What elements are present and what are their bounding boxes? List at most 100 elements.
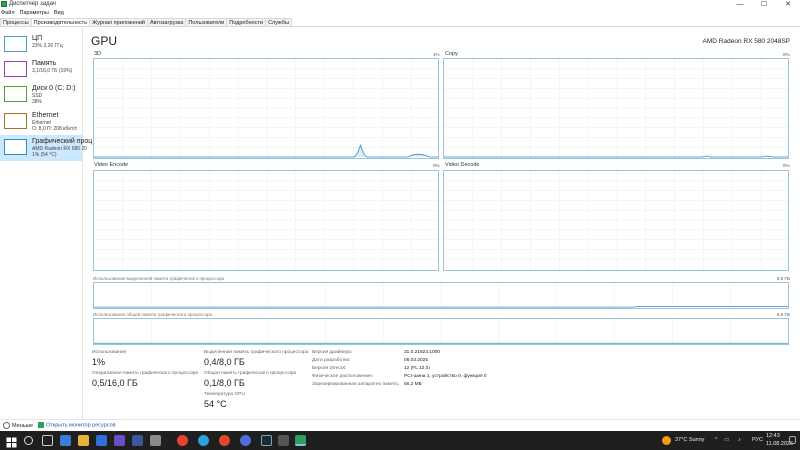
sidebar-item-detail-2: 1% (54 °C) [32,152,57,158]
file-explorer-icon[interactable] [78,435,89,446]
menu-options[interactable]: Параметры [20,9,49,18]
graph-max-video-decode: 0% [783,163,790,168]
app-icon-4[interactable] [132,435,143,446]
app-icon-1[interactable] [60,435,71,446]
network-icon[interactable]: ▭ [724,437,729,443]
shared-memory-label: Общая память графического процессора [204,371,297,376]
maximize-button[interactable]: ☐ [752,0,776,9]
shared-memory-value: 0,1/8,0 ГБ [204,378,245,388]
task-manager-taskbar-icon[interactable] [295,435,306,446]
footer-bar: Меньше Открыть монитор ресурсов [0,419,800,431]
gpu-memory-label: Оперативная память графического процессо… [92,371,198,376]
directx-version-label: Версия DirectX: [312,366,347,371]
telegram-icon[interactable] [198,435,209,446]
menu-view[interactable]: Вид [54,9,64,18]
reserved-memory-value: 56,2 МБ [404,382,422,387]
app-icon-3[interactable] [114,435,125,446]
menu-bar: Файл Параметры Вид [0,9,800,18]
weather-text[interactable]: 37°C Sunny [675,437,704,443]
sidebar-item-cpu[interactable]: ЦП 23% 3,26 ГГц [0,32,82,56]
gpu-memory-value: 0,5/16,0 ГБ [92,378,138,388]
sidebar-item-detail-2: 38% [32,99,43,105]
tab-app-history[interactable]: Журнал приложений [89,18,148,26]
sidebar-item-memory[interactable]: Память 3,1/16,0 ГБ (19%) [0,57,82,81]
tab-bar: Процессы Производительность Журнал прило… [0,18,800,27]
performance-sidebar: ЦП 23% 3,26 ГГц Память 3,1/16,0 ГБ (19%)… [0,28,92,430]
graph-max-shared-memory: 8,0 ГБ [777,312,790,317]
disk-thumbnail [4,86,27,102]
graph-video-encode-plot [94,171,438,270]
chevron-up-icon [3,422,10,429]
page-title: GPU [91,34,118,48]
graph-3d[interactable] [93,58,439,159]
start-button[interactable] [6,435,17,448]
task-view-icon[interactable] [42,435,53,446]
graph-label-shared-memory: Использование общей памяти графического … [93,312,213,317]
resource-monitor-icon [38,422,44,428]
tab-services[interactable]: Службы [265,18,292,26]
fewer-details-button[interactable]: Меньше [3,422,33,429]
driver-version-value: 31.0.21923.1000 [404,350,441,355]
sidebar-item-gpu[interactable]: Графический проц AMD Radeon RX 580 20 1%… [0,135,92,161]
graph-video-encode[interactable] [93,170,439,271]
utilization-value: 1% [92,357,106,367]
graph-label-video-encode: Video Encode [94,162,129,168]
app-icon-5[interactable] [150,435,161,446]
graph-3d-plot [94,59,438,158]
steam-icon[interactable] [261,435,272,446]
app-icon-8[interactable] [278,435,289,446]
graph-max-copy: 0% [783,52,790,57]
sidebar-item-label: ЦП [32,35,43,42]
driver-version-label: Версия драйвера: [312,350,353,355]
weather-icon[interactable] [662,436,671,445]
gpu-model-name: AMD Radeon RX 580 2048SP [702,38,790,45]
notifications-icon[interactable] [789,436,796,444]
clock-time[interactable]: 12:43 [766,433,780,439]
graph-video-decode[interactable] [443,170,789,271]
cpu-thumbnail [4,36,27,52]
app-icon-2[interactable] [96,435,107,446]
tray-chevron-icon[interactable]: ^ [715,437,718,443]
tab-details[interactable]: Подробности [226,18,267,26]
sidebar-item-label: Диск 0 (C: D:) [32,85,76,92]
menu-file[interactable]: Файл [1,9,15,18]
gpu-temperature-value: 54 °C [204,399,227,409]
sidebar-item-disk[interactable]: Диск 0 (C: D:) SSD 38% [0,82,82,106]
tab-startup[interactable]: Автозагрузка [146,18,187,26]
sidebar-item-detail-2: О: 8,0 П: 208 кбит/с [32,126,78,132]
open-resource-monitor-link[interactable]: Открыть монитор ресурсов [38,422,116,428]
graph-copy-plot [444,59,788,158]
fewer-details-label: Меньше [12,422,34,429]
task-manager-icon [1,1,7,7]
graph-copy[interactable] [443,58,789,159]
taskbar: 37°C Sunny ^ ▭ ♪ РУС 12:43 11.08.2026 [0,431,800,450]
tab-processes[interactable]: Процессы [0,18,32,26]
utilization-label: Использование [92,350,127,355]
chrome-icon[interactable] [177,435,188,446]
app-icon-6[interactable] [219,435,230,446]
search-icon[interactable] [24,436,33,445]
close-button[interactable]: ✕ [776,0,800,9]
keyboard-language[interactable]: РУС [752,437,763,443]
sidebar-item-label: Ethernet [32,112,59,119]
tab-users[interactable]: Пользователи [185,18,228,26]
graph-dedicated-memory[interactable] [93,282,789,309]
driver-date-value: 06.03.2025 [404,358,429,363]
graph-shared-memory-plot [94,319,788,344]
graph-dedicated-memory-plot [94,283,788,308]
minimize-button[interactable]: — [728,0,752,9]
graph-max-3d: 1% [433,52,440,57]
graph-shared-memory[interactable] [93,318,789,345]
app-icon-7[interactable] [240,435,251,446]
graph-max-dedicated-memory: 8,0 ГБ [777,276,790,281]
gpu-temperature-label: Температура GPU [204,392,245,397]
reserved-memory-label: Зарезервированная аппаратно память: [312,382,400,387]
memory-thumbnail [4,61,27,77]
graph-video-decode-plot [444,171,788,270]
window-title: Диспетчер задач [9,1,56,7]
sidebar-item-label: Память [32,60,57,67]
volume-icon[interactable]: ♪ [738,437,741,443]
physical-location-label: Физическое расположение: [312,374,374,379]
sidebar-item-ethernet[interactable]: Ethernet Ethernet О: 8,0 П: 208 кбит/с [0,109,82,133]
tab-performance[interactable]: Производительность [30,18,91,26]
